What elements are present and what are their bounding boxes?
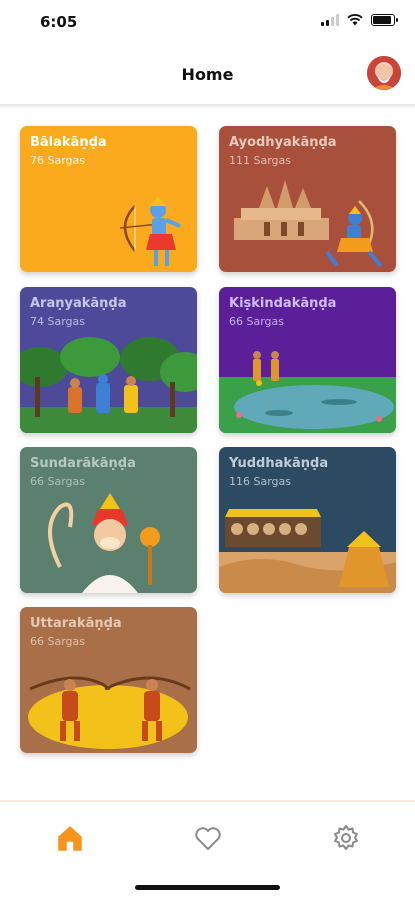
card-subtitle: 66 Sargas (30, 635, 85, 648)
card-subtitle: 74 Sargas (30, 315, 85, 328)
card-subtitle: 76 Sargas (30, 154, 85, 167)
battery-icon (371, 14, 398, 26)
tab-settings[interactable] (330, 822, 362, 854)
card-subtitle: 66 Sargas (229, 315, 284, 328)
status-time: 6:05 (40, 13, 78, 31)
avatar[interactable] (367, 56, 401, 90)
home-indicator (135, 885, 280, 890)
card-title: Uttarakāṇḍa (30, 616, 122, 631)
avatar-image (367, 56, 401, 90)
tab-home[interactable] (54, 822, 86, 854)
card-subtitle: 116 Sargas (229, 475, 291, 488)
card-title: Yuddhakāṇḍa (229, 456, 329, 471)
card-title: Sundarākāṇḍa (30, 456, 136, 471)
header-divider (0, 104, 415, 108)
gear-icon (334, 825, 358, 850)
card-subtitle: 111 Sargas (229, 154, 291, 167)
bottom-tab-bar (0, 800, 415, 900)
card-aranyakanda[interactable]: Araṇyakāṇḍa 74 Sargas (20, 287, 197, 433)
page-title: Home (181, 65, 234, 84)
card-title: Kiṣkindakāṇḍa (229, 296, 337, 311)
card-title: Ayodhyakāṇḍa (229, 135, 337, 150)
signal-icon (321, 14, 339, 26)
tab-favorites[interactable] (192, 822, 224, 854)
wifi-icon (347, 14, 363, 26)
card-ayodhyakanda[interactable]: Ayodhyakāṇḍa 111 Sargas (219, 126, 396, 272)
home-icon (58, 826, 82, 851)
card-title: Araṇyakāṇḍa (30, 296, 127, 311)
card-sundarakanda[interactable]: Sundarākāṇḍa 66 Sargas (20, 447, 197, 593)
card-yuddhakanda[interactable]: Yuddhakāṇḍa 116 Sargas (219, 447, 396, 593)
header: Home (0, 44, 415, 104)
card-uttarakanda[interactable]: Uttarakāṇḍa 66 Sargas (20, 607, 197, 753)
card-subtitle: 66 Sargas (30, 475, 85, 488)
card-kiskindakanda[interactable]: Kiṣkindakāṇḍa 66 Sargas (219, 287, 396, 433)
heart-icon (195, 827, 221, 850)
card-balakanda[interactable]: Bālakāṇḍa 76 Sargas (20, 126, 197, 272)
status-bar: 6:05 (0, 0, 415, 44)
card-title: Bālakāṇḍa (30, 135, 107, 150)
status-icons (321, 14, 398, 26)
